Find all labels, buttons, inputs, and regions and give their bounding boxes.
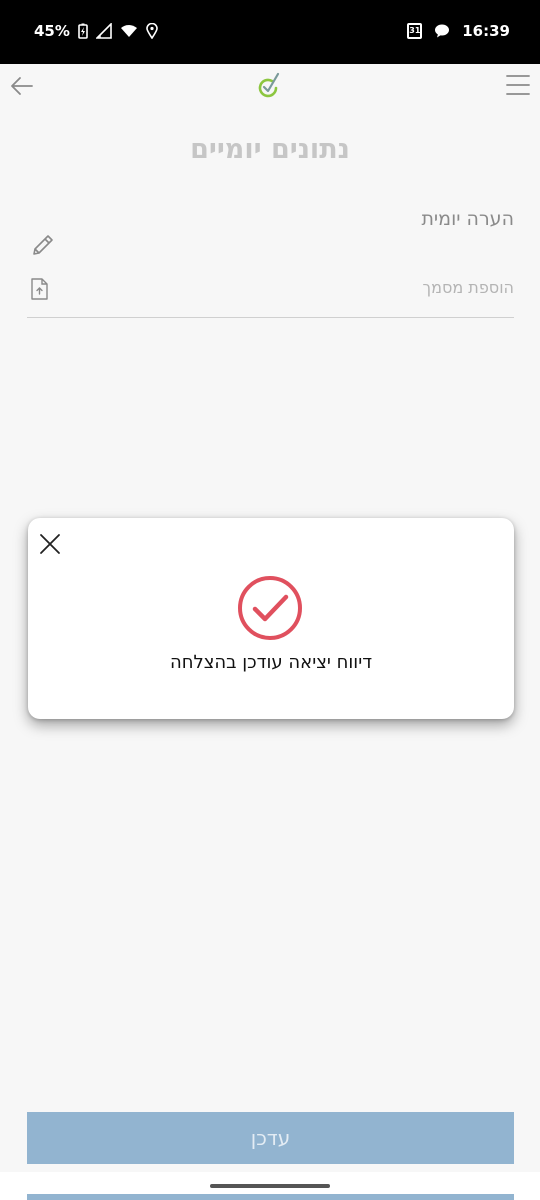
clock: 16:39 (462, 22, 510, 40)
battery-percent: 45% (34, 22, 70, 40)
app-bar (0, 64, 540, 110)
form-divider (27, 317, 514, 318)
pencil-icon[interactable] (30, 232, 56, 258)
page-title: נתונים יומיים (190, 134, 350, 165)
home-gesture-handle[interactable] (210, 1184, 330, 1188)
back-arrow-icon[interactable] (8, 72, 36, 100)
status-bar: 45% 31 16:39 (0, 0, 540, 64)
success-dialog: דיווח יציאה עודכן בהצלחה (28, 518, 514, 719)
update-button[interactable]: עדכן (27, 1112, 514, 1164)
document-upload-icon[interactable] (30, 278, 48, 300)
daily-note-label: הערה יומית (421, 208, 514, 230)
navigation-bar (0, 1172, 540, 1200)
signal-icon (95, 23, 112, 39)
dialog-message: דיווח יציאה עודכן בהצלחה (169, 652, 373, 673)
location-icon (146, 23, 158, 39)
add-document-label[interactable]: הוספת מסמך (423, 278, 515, 297)
status-left: 45% (34, 22, 158, 40)
chat-bubble-icon (435, 24, 450, 38)
bottom-button-strip (27, 1194, 514, 1200)
status-right: 31 16:39 (407, 22, 510, 40)
battery-charging-icon (78, 23, 88, 39)
calendar-icon: 31 (407, 23, 423, 39)
success-check-icon (238, 576, 302, 640)
app-logo-icon (258, 72, 280, 98)
wifi-icon (120, 25, 137, 37)
close-icon[interactable] (38, 532, 62, 556)
hamburger-menu-icon[interactable] (506, 74, 530, 96)
